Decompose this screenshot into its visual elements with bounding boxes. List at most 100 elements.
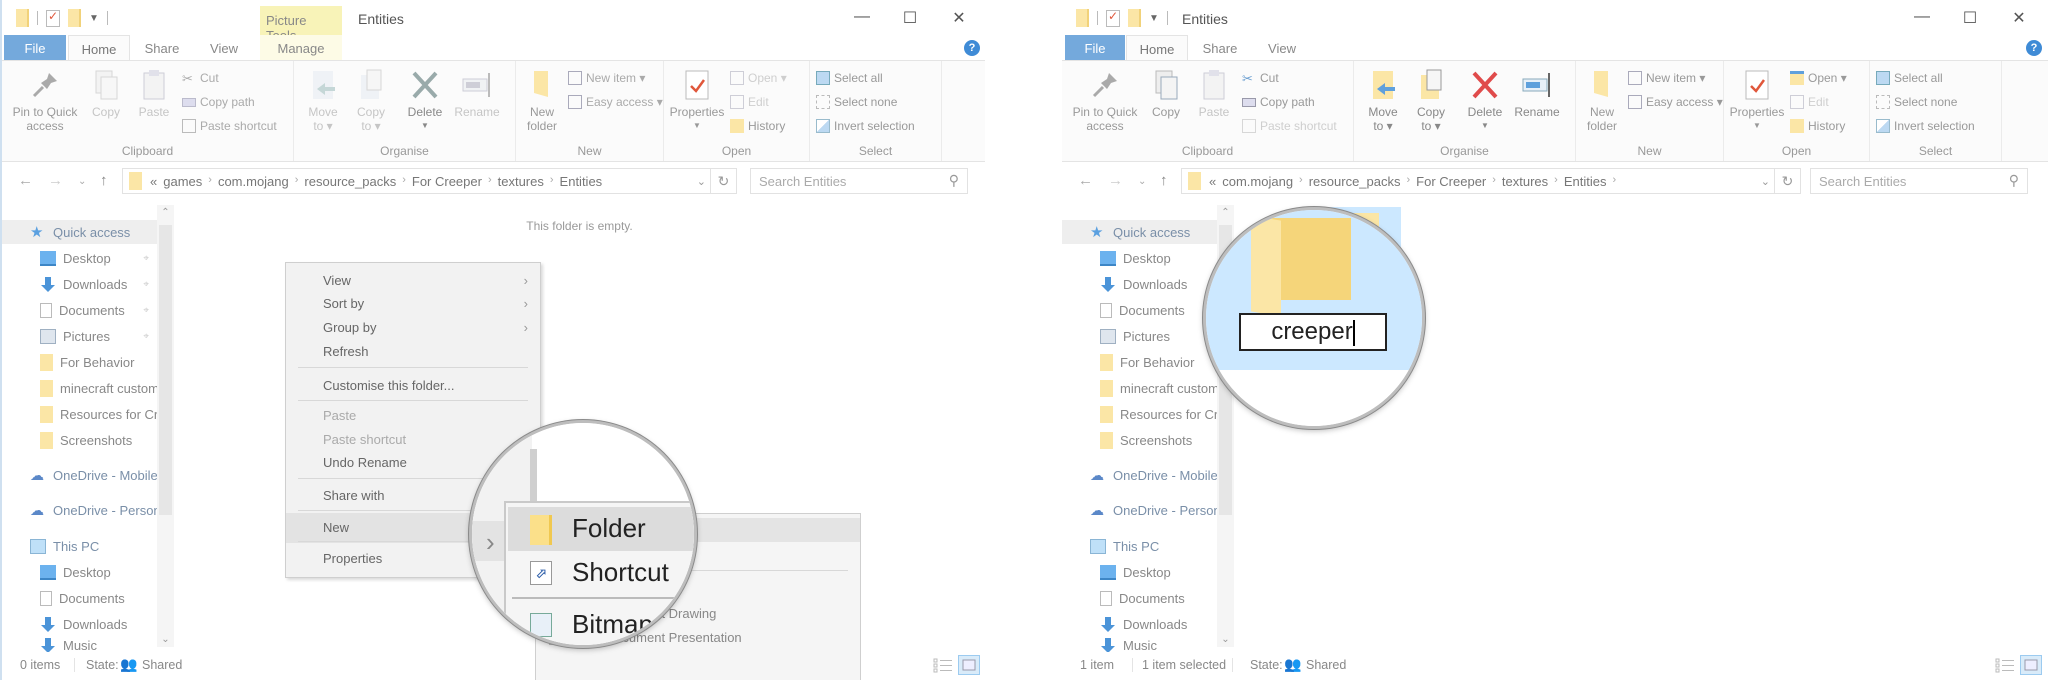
nav-item-pictures[interactable]: Pictures ⌖ bbox=[2, 324, 157, 348]
copy-to-button[interactable]: Copy to ▾ bbox=[1410, 69, 1452, 133]
select-none-button[interactable]: Select none bbox=[1876, 93, 1957, 111]
nav-item-quick-access[interactable]: ★ Quick access bbox=[2, 220, 157, 244]
recent-locations-dropdown[interactable]: ⌄ bbox=[1138, 176, 1146, 187]
context-menu-item-view[interactable]: View › bbox=[286, 270, 540, 292]
context-menu-item-sort-by[interactable]: Sort by › bbox=[286, 293, 540, 315]
open-button[interactable]: Open ▾ bbox=[730, 69, 787, 87]
properties-icon[interactable] bbox=[46, 9, 60, 27]
nav-item-documents[interactable]: Documents bbox=[1062, 586, 1217, 610]
nav-item-downloads[interactable]: Downloads ⌖ bbox=[2, 272, 157, 296]
nav-item-screenshots[interactable]: Screenshots bbox=[2, 428, 157, 452]
history-button[interactable]: History bbox=[1790, 117, 1845, 135]
copy-path-button[interactable]: Copy path bbox=[1242, 93, 1315, 111]
large-icons-view-button[interactable] bbox=[958, 655, 980, 675]
large-icons-view-button[interactable] bbox=[2020, 655, 2042, 675]
copy-button[interactable]: Copy bbox=[1146, 69, 1186, 119]
breadcrumb-chevron-icon[interactable]: › bbox=[295, 174, 299, 189]
nav-item-desktop[interactable]: Desktop bbox=[1062, 560, 1217, 584]
back-button[interactable]: ← bbox=[1078, 172, 1093, 189]
context-menu-item-group-by[interactable]: Group by › bbox=[286, 317, 540, 339]
new-folder-button[interactable]: New folder bbox=[522, 69, 562, 133]
select-all-button[interactable]: Select all bbox=[1876, 69, 1943, 87]
new-folder-icon[interactable] bbox=[68, 9, 81, 27]
nav-item-onedrive-personal[interactable]: ☁ OneDrive - Personal bbox=[2, 498, 157, 522]
nav-item-desktop[interactable]: Desktop bbox=[2, 560, 157, 584]
tab-view[interactable]: View bbox=[1252, 35, 1312, 61]
properties-button[interactable]: Properties ▼ bbox=[1728, 69, 1786, 133]
delete-button[interactable]: Delete ▼ bbox=[402, 69, 448, 133]
new-item-button[interactable]: New item ▾ bbox=[568, 69, 645, 87]
tab-share[interactable]: Share bbox=[1190, 35, 1250, 61]
copy-to-button[interactable]: Copy to ▾ bbox=[350, 69, 392, 133]
breadcrumb-overflow[interactable]: « bbox=[150, 174, 157, 189]
help-icon[interactable]: ? bbox=[964, 40, 980, 56]
nav-item-documents[interactable]: Documents bbox=[2, 586, 157, 610]
nav-item-this-pc[interactable]: This PC bbox=[1062, 534, 1217, 558]
breadcrumb-item[interactable]: com.mojang bbox=[1222, 174, 1293, 189]
nav-item-this-pc[interactable]: This PC bbox=[2, 534, 157, 558]
scroll-down-icon[interactable]: ⌄ bbox=[1217, 634, 1234, 645]
tab-home[interactable]: Home bbox=[68, 35, 130, 61]
breadcrumb-item[interactable]: textures bbox=[1502, 174, 1548, 189]
minimize-button[interactable]: — bbox=[850, 8, 874, 26]
breadcrumb-overflow[interactable]: « bbox=[1209, 174, 1216, 189]
recent-locations-dropdown[interactable]: ⌄ bbox=[78, 176, 86, 187]
nav-item-documents[interactable]: Documents bbox=[1062, 298, 1217, 322]
scroll-thumb[interactable] bbox=[159, 225, 172, 515]
maximize-button[interactable]: ☐ bbox=[898, 8, 922, 28]
nav-item-screenshots[interactable]: Screenshots bbox=[1062, 428, 1217, 452]
nav-item-for-behavior[interactable]: For Behavior bbox=[2, 350, 157, 374]
nav-item-resources-for-cr[interactable]: Resources for Cr bbox=[1062, 402, 1217, 426]
maximize-button[interactable]: ☐ bbox=[1958, 8, 1982, 28]
nav-item-music[interactable]: Music bbox=[1062, 638, 1217, 652]
nav-item-downloads[interactable]: Downloads bbox=[1062, 612, 1217, 636]
rename-button[interactable]: Rename bbox=[452, 69, 502, 119]
search-input[interactable]: Search Entities ⚲ bbox=[1810, 168, 2028, 194]
breadcrumb-item[interactable]: Entities bbox=[1564, 174, 1607, 189]
paste-button[interactable]: Paste bbox=[1194, 69, 1234, 119]
open-button[interactable]: Open ▾ bbox=[1790, 69, 1847, 87]
details-view-button[interactable] bbox=[1994, 655, 2016, 675]
search-input[interactable]: Search Entities ⚲ bbox=[750, 168, 968, 194]
up-button[interactable]: ↑ bbox=[100, 172, 108, 189]
breadcrumb-item[interactable]: resource_packs bbox=[304, 174, 396, 189]
nav-item-onedrive-mobile[interactable]: ☁ OneDrive - Mobile bbox=[2, 463, 157, 487]
nav-item-minecraft-custom[interactable]: minecraft custom bbox=[2, 376, 157, 400]
breadcrumb-chevron-icon[interactable]: › bbox=[1299, 174, 1303, 189]
breadcrumb-chevron-icon[interactable]: › bbox=[208, 174, 212, 189]
invert-selection-button[interactable]: Invert selection bbox=[816, 117, 915, 135]
new-folder-icon[interactable] bbox=[1128, 9, 1141, 27]
forward-button[interactable]: → bbox=[48, 172, 63, 189]
tab-home[interactable]: Home bbox=[1126, 35, 1188, 61]
breadcrumb-chevron-icon[interactable]: › bbox=[402, 174, 406, 189]
breadcrumb-chevron-icon[interactable]: › bbox=[1407, 174, 1411, 189]
nav-item-resources-for-cr[interactable]: Resources for Cr bbox=[2, 402, 157, 426]
tab-share[interactable]: Share bbox=[132, 35, 192, 61]
address-history-dropdown[interactable]: ⌄ bbox=[697, 175, 706, 188]
cut-button[interactable]: ✂ Cut bbox=[182, 69, 219, 87]
easy-access-button[interactable]: Easy access ▾ bbox=[568, 93, 663, 111]
easy-access-button[interactable]: Easy access ▾ bbox=[1628, 93, 1723, 111]
folder-icon[interactable] bbox=[1076, 9, 1089, 27]
close-button[interactable]: ✕ bbox=[947, 8, 971, 28]
nav-item-onedrive-personal[interactable]: ☁ OneDrive - Personal bbox=[1062, 498, 1217, 522]
nav-scrollbar[interactable]: ⌃ ⌄ bbox=[157, 205, 174, 647]
nav-item-music[interactable]: Music bbox=[2, 638, 157, 652]
address-bar[interactable]: « games › com.mojang › resource_packs › For Cr… bbox=[122, 168, 737, 194]
properties-button[interactable]: Properties ▼ bbox=[668, 69, 726, 133]
breadcrumb-item[interactable]: Entities bbox=[560, 174, 603, 189]
edit-button[interactable]: Edit bbox=[730, 93, 769, 111]
refresh-button[interactable]: ↻ bbox=[1774, 169, 1800, 193]
help-icon[interactable]: ? bbox=[2026, 40, 2042, 56]
rename-button[interactable]: Rename bbox=[1512, 69, 1562, 119]
nav-item-pictures[interactable]: Pictures bbox=[1062, 324, 1217, 348]
breadcrumb-item[interactable]: games bbox=[163, 174, 202, 189]
move-to-button[interactable]: Move to ▾ bbox=[1362, 69, 1404, 133]
breadcrumb-item[interactable]: textures bbox=[498, 174, 544, 189]
properties-icon[interactable] bbox=[1106, 9, 1120, 27]
paste-button[interactable]: Paste bbox=[134, 69, 174, 119]
customize-qat-dropdown-icon[interactable]: ▼ bbox=[1149, 13, 1159, 24]
breadcrumb-item[interactable]: For Creeper bbox=[1416, 174, 1486, 189]
context-menu-item-refresh[interactable]: Refresh bbox=[286, 341, 540, 363]
breadcrumb-chevron-icon[interactable]: › bbox=[1554, 174, 1558, 189]
